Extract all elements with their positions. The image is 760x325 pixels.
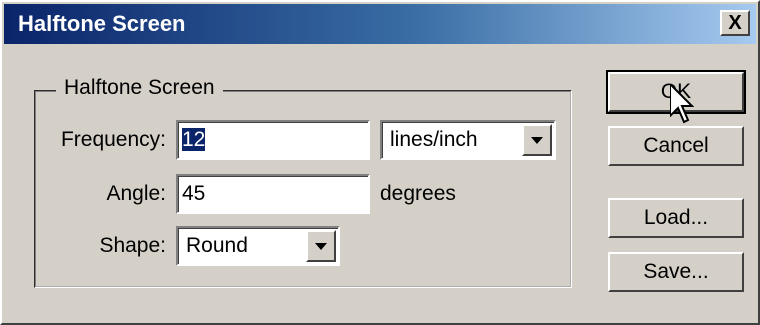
close-button[interactable]: X	[720, 10, 750, 36]
angle-value: 45	[182, 182, 206, 205]
frequency-unit-dropdown-button[interactable]	[522, 124, 552, 156]
halftone-screen-dialog: Halftone Screen X Halftone Screen Freque…	[0, 0, 760, 325]
shape-dropdown-button[interactable]	[306, 230, 336, 262]
angle-label: Angle:	[106, 182, 166, 205]
shape-select[interactable]: Round	[176, 226, 340, 266]
frequency-unit-select[interactable]: lines/inch	[380, 120, 556, 160]
group-legend: Halftone Screen	[56, 76, 223, 100]
close-icon: X	[728, 12, 742, 34]
shape-value: Round	[186, 234, 248, 257]
angle-input[interactable]: 45	[176, 174, 370, 214]
chevron-down-icon	[531, 137, 543, 144]
save-button[interactable]: Save...	[608, 252, 744, 292]
frequency-value: 12	[182, 128, 206, 151]
frequency-unit-value: lines/inch	[390, 128, 478, 151]
chevron-down-icon	[315, 243, 327, 250]
cancel-button[interactable]: Cancel	[608, 126, 744, 166]
frequency-label: Frequency:	[60, 128, 166, 151]
load-button[interactable]: Load...	[608, 198, 744, 238]
window-title: Halftone Screen	[18, 11, 186, 36]
frequency-input[interactable]: 12	[176, 120, 370, 160]
angle-unit-label: degrees	[380, 182, 456, 205]
shape-label: Shape:	[99, 234, 166, 257]
title-bar[interactable]: Halftone Screen X	[4, 4, 756, 44]
arrow-cursor-icon	[670, 84, 694, 124]
